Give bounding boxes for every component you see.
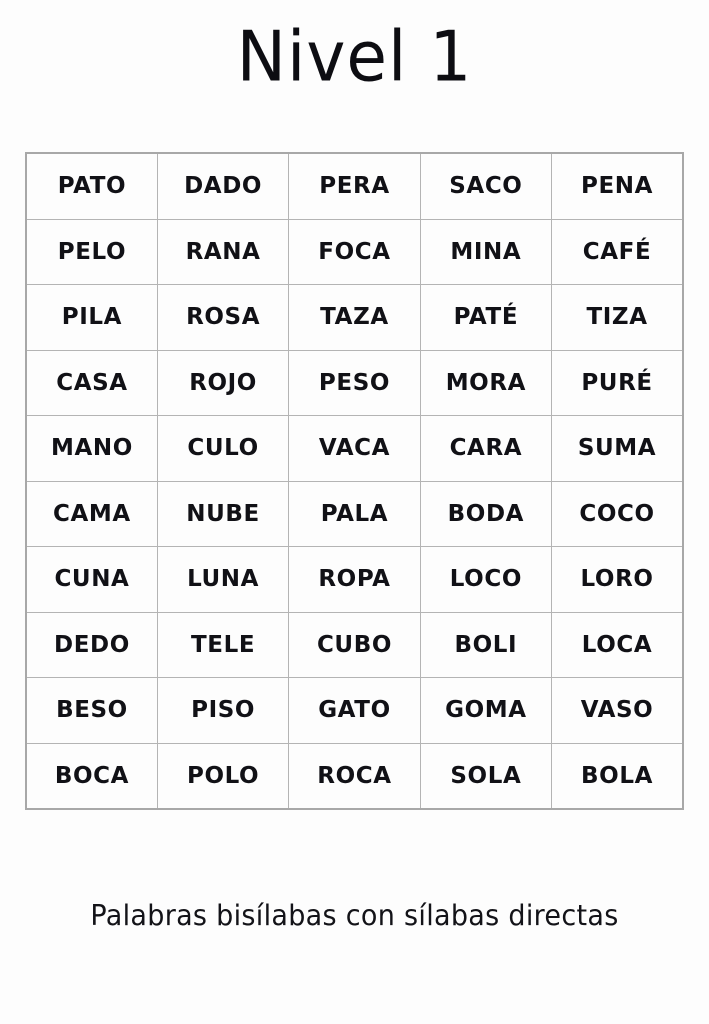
word-cell: ROPA xyxy=(288,546,421,613)
word-cell: CAFÉ xyxy=(551,218,684,285)
word-cell: PISO xyxy=(156,677,290,744)
word-table-body: PATO DADO PERA SACO PENA PELO RANA FOCA MINA CAFÉ… xyxy=(25,152,684,810)
word-table-row: PILA ROSA TAZA PATÉ TIZA xyxy=(25,284,684,351)
word-cell: GOMA xyxy=(419,677,553,744)
word-cell: CARA xyxy=(419,415,553,482)
word-cell: CASA xyxy=(25,349,158,416)
word-cell: SACO xyxy=(419,152,553,220)
word-cell: COCO xyxy=(551,480,684,547)
word-cell: BODA xyxy=(419,480,553,547)
word-cell: PILA xyxy=(25,284,158,351)
word-cell: PENA xyxy=(551,152,684,220)
word-cell: LOCO xyxy=(419,546,553,613)
word-cell: LUNA xyxy=(156,546,290,613)
word-cell: PALA xyxy=(288,480,421,547)
word-cell: BOCA xyxy=(25,742,158,810)
word-cell: LORO xyxy=(551,546,684,613)
word-cell: SOLA xyxy=(419,742,553,810)
word-table-row: PELO RANA FOCA MINA CAFÉ xyxy=(25,218,684,285)
word-cell: PURÉ xyxy=(551,349,684,416)
word-cell: TELE xyxy=(156,611,290,678)
word-table: PATO DADO PERA SACO PENA PELO RANA FOCA MINA CAFÉ… xyxy=(25,152,684,810)
word-cell: VASO xyxy=(551,677,684,744)
word-cell: TIZA xyxy=(551,284,684,351)
word-table-row: MANO CULO VACA CARA SUMA xyxy=(25,415,684,482)
word-cell: LOCA xyxy=(551,611,684,678)
page-title: Nivel 1 xyxy=(236,15,473,98)
word-cell: ROJO xyxy=(156,349,290,416)
word-table-row: BESO PISO GATO GOMA VASO xyxy=(25,677,684,744)
word-cell: CAMA xyxy=(25,480,158,547)
word-cell: PERA xyxy=(288,152,421,220)
word-cell: PATÉ xyxy=(419,284,553,351)
word-cell: ROCA xyxy=(288,742,421,810)
word-cell: MINA xyxy=(419,218,553,285)
worksheet-page: Nivel 1 PATO DADO PERA SACO PENA PELO RANA FOCA… xyxy=(0,0,709,1024)
word-cell: BOLA xyxy=(551,742,684,810)
word-cell: FOCA xyxy=(288,218,421,285)
word-cell: MORA xyxy=(419,349,553,416)
word-cell: RANA xyxy=(156,218,290,285)
word-table-row: CASA ROJO PESO MORA PURÉ xyxy=(25,349,684,416)
word-table-row: BOCA POLO ROCA SOLA BOLA xyxy=(25,742,684,810)
word-cell: DADO xyxy=(156,152,290,220)
word-cell: POLO xyxy=(156,742,290,810)
word-cell: PATO xyxy=(25,152,158,220)
word-cell: BOLI xyxy=(419,611,553,678)
word-cell: PESO xyxy=(288,349,421,416)
word-table-row: CUNA LUNA ROPA LOCO LORO xyxy=(25,546,684,613)
word-cell: BESO xyxy=(25,677,158,744)
word-cell: NUBE xyxy=(156,480,290,547)
word-cell: ROSA xyxy=(156,284,290,351)
word-table-container: PATO DADO PERA SACO PENA PELO RANA FOCA MINA CAFÉ… xyxy=(25,152,684,810)
word-cell: SUMA xyxy=(551,415,684,482)
word-cell: CUNA xyxy=(25,546,158,613)
word-cell: MANO xyxy=(25,415,158,482)
word-cell: CULO xyxy=(156,415,290,482)
word-table-row: PATO DADO PERA SACO PENA xyxy=(25,152,684,220)
footer-caption: Palabras bisílabas con sílabas directas xyxy=(90,900,619,933)
word-table-row: CAMA NUBE PALA BODA COCO xyxy=(25,480,684,547)
word-cell: DEDO xyxy=(25,611,158,678)
word-cell: CUBO xyxy=(288,611,421,678)
word-cell: VACA xyxy=(288,415,421,482)
word-cell: GATO xyxy=(288,677,421,744)
word-table-row: DEDO TELE CUBO BOLI LOCA xyxy=(25,611,684,678)
word-cell: PELO xyxy=(25,218,158,285)
word-cell: TAZA xyxy=(288,284,421,351)
